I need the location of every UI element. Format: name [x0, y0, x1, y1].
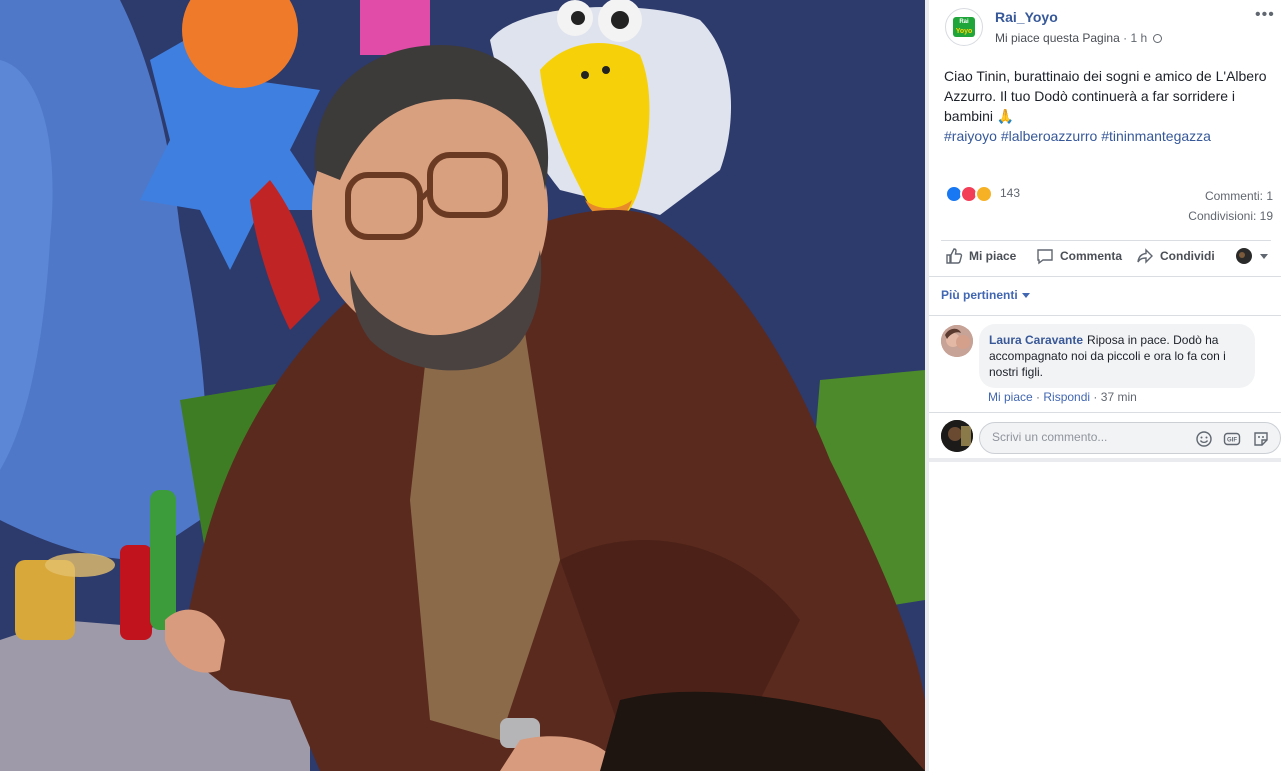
share-icon [1137, 248, 1153, 264]
engagement-counts: Commenti: 1 Condivisioni: 19 [1188, 186, 1273, 226]
emoji-icon[interactable] [1195, 430, 1213, 448]
caret-down-icon [1021, 293, 1030, 298]
gif-icon[interactable]: GIF [1223, 430, 1241, 448]
post-photo[interactable] [0, 0, 925, 771]
shares-count[interactable]: Condivisioni: 19 [1188, 206, 1273, 226]
post-message: Ciao Tinin, burattinaio dei sogni e amic… [944, 68, 1267, 124]
share-button[interactable]: Condividi [1136, 247, 1215, 265]
page-avatar[interactable]: Rai Yoyo [945, 8, 983, 46]
photo-image [0, 0, 925, 771]
section-divider [929, 315, 1281, 316]
comment-time[interactable]: 37 min [1101, 390, 1137, 404]
comment-actions: Mi piace · Rispondi · 37 min [988, 390, 1137, 404]
comments-count[interactable]: Commenti: 1 [1188, 186, 1273, 206]
post-actions: Mi piace Commenta Condividi [941, 240, 1271, 271]
hashtag-link[interactable]: #lalberoazzurro [1001, 128, 1098, 144]
commenter-avatar[interactable] [941, 325, 973, 357]
user-avatar[interactable] [941, 420, 973, 452]
comment-input[interactable] [992, 430, 1182, 444]
hashtags: #raiyoyo #lalberoazzurro #tininmantegazz… [944, 126, 1269, 146]
globe-icon [1153, 34, 1163, 43]
sad-reaction-icon [975, 185, 993, 203]
comment-bubble: Laura Caravante Riposa in pace. Dodò ha a… [979, 324, 1255, 388]
post-text: Ciao Tinin, burattinaio dei sogni e amic… [944, 66, 1269, 146]
svg-text:GIF: GIF [1227, 438, 1237, 444]
profile-avatar-icon [1236, 248, 1252, 264]
meta-separator: · [1123, 31, 1128, 45]
thumb-icon [946, 248, 963, 264]
audience-selector[interactable] [1235, 247, 1269, 265]
page-name-link[interactable]: Rai_Yoyo [995, 9, 1058, 25]
comment-reply-link[interactable]: Rispondi [1043, 390, 1090, 404]
post-sidebar: Rai Yoyo Rai_Yoyo Mi piace questa Pagina… [929, 0, 1281, 771]
comment-button[interactable]: Commenta [1036, 247, 1122, 265]
hashtag-link[interactable]: #tininmantegazza [1101, 128, 1211, 144]
more-icon[interactable]: ••• [1255, 6, 1275, 24]
section-divider [929, 412, 1281, 413]
panel-footer-band [929, 458, 1281, 462]
like-page-link[interactable]: Mi piace questa Pagina [995, 31, 1120, 45]
sticker-icon[interactable] [1252, 430, 1270, 448]
hashtag-link[interactable]: #raiyoyo [944, 128, 997, 144]
section-divider [929, 276, 1281, 277]
comment-icon [1037, 249, 1053, 265]
comment-composer: GIF [979, 422, 1281, 454]
comment-author[interactable]: Laura Caravante [989, 333, 1083, 347]
rai-yoyo-logo: Rai Yoyo [953, 17, 975, 37]
avatar-photo [941, 325, 973, 357]
like-button[interactable]: Mi piace [945, 247, 1016, 265]
post-meta: Mi piace questa Pagina · 1 h [995, 31, 1163, 45]
avatar-photo [941, 420, 973, 452]
chevron-down-icon [1260, 254, 1268, 259]
comment-sort-dropdown[interactable]: Più pertinenti [941, 288, 1030, 302]
reaction-count: 143 [1000, 186, 1021, 200]
comment-like-link[interactable]: Mi piace [988, 390, 1033, 404]
post-time[interactable]: 1 h [1130, 31, 1147, 45]
